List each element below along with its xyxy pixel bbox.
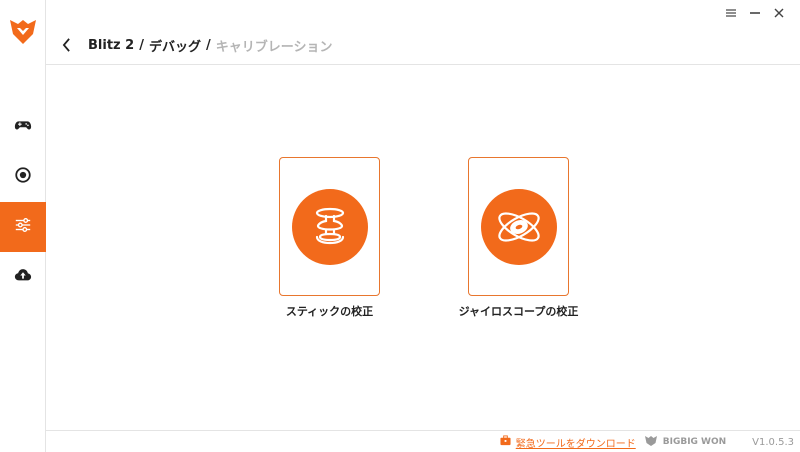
sliders-icon <box>14 216 32 238</box>
gyroscope-calibration-card[interactable] <box>468 157 569 296</box>
gamepad-icon <box>14 116 32 138</box>
stick-calibration-icon <box>291 188 368 265</box>
record-icon <box>14 166 32 188</box>
toolbox-icon <box>500 435 516 449</box>
back-arrow-icon[interactable] <box>58 36 74 54</box>
version-label: V1.0.5.3 <box>752 436 794 448</box>
sidebar-item-record[interactable] <box>0 152 46 202</box>
breadcrumb: Blitz 2 / デバッグ / キャリブレーション <box>58 34 332 56</box>
breadcrumb-section[interactable]: デバッグ <box>149 36 201 55</box>
sidebar <box>0 0 46 452</box>
breadcrumb-current: キャリブレーション <box>215 39 333 55</box>
emergency-tool-download-label[interactable]: 緊急ツールをダウンロード <box>516 435 636 450</box>
sidebar-item-firmware[interactable] <box>0 252 46 302</box>
bigbigwon-brand-icon <box>644 435 663 450</box>
footer-divider <box>46 430 800 431</box>
minimize-icon[interactable] <box>748 6 762 20</box>
cloud-upload-icon <box>14 266 32 288</box>
bigbigwon-logo-icon <box>6 14 40 48</box>
breadcrumb-separator: / <box>139 37 144 53</box>
breadcrumb-separator: / <box>205 37 211 53</box>
sidebar-item-controller[interactable] <box>0 102 46 152</box>
header-divider <box>46 64 800 65</box>
sidebar-item-debug[interactable] <box>0 202 46 252</box>
stick-calibration-label[interactable]: スティックの校正 <box>279 303 380 319</box>
window-controls <box>724 6 786 20</box>
gyroscope-calibration-label[interactable]: ジャイロスコープの校正 <box>448 303 589 319</box>
breadcrumb-device[interactable]: Blitz 2 <box>88 38 134 53</box>
footer: 緊急ツールをダウンロード BIGBIG WON V1.0.5.3 <box>46 432 800 452</box>
brand-name: BIGBIG WON <box>662 437 727 447</box>
gyroscope-icon <box>480 188 557 265</box>
menu-icon[interactable] <box>724 6 738 20</box>
brand: BIGBIG WON <box>644 435 726 450</box>
emergency-tool-download-link[interactable]: 緊急ツールをダウンロード <box>500 435 636 450</box>
close-icon[interactable] <box>772 6 786 20</box>
stick-calibration-card[interactable] <box>279 157 380 296</box>
